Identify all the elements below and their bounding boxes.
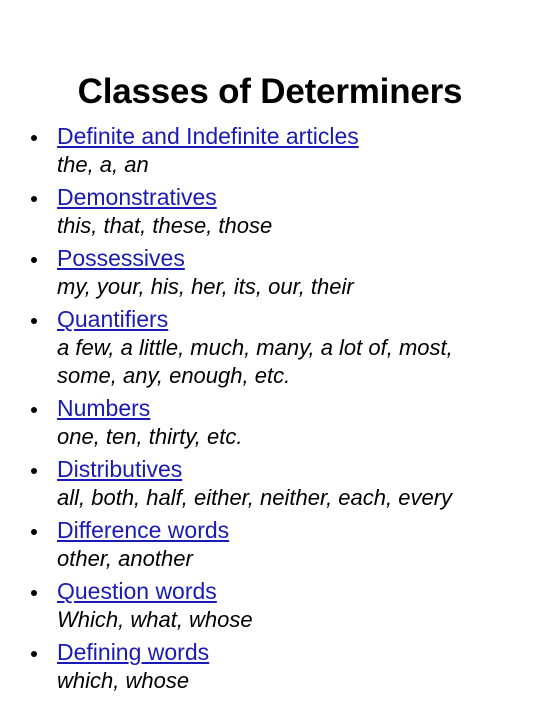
list-item: Numbers one, ten, thirty, etc. [22,394,522,451]
list-item: Question words Which, what, whose [22,577,522,634]
bullet-heading-link[interactable]: Demonstratives [57,183,217,212]
list-item: Difference words other, another [22,516,522,573]
list-item: Distributives all, both, half, either, n… [22,455,522,512]
bullet-heading-link[interactable]: Defining words [57,638,209,667]
bullet-examples: my, your, his, her, its, our, their [57,274,354,299]
bullet-heading-link[interactable]: Distributives [57,455,182,484]
slide: Classes of Determiners Definite and Inde… [0,0,540,720]
bullet-examples: Which, what, whose [57,607,253,632]
bullet-dot-icon [31,529,37,535]
bullet-heading-link[interactable]: Difference words [57,516,229,545]
bullet-examples: one, ten, thirty, etc. [57,424,243,449]
page-title: Classes of Determiners [77,72,463,112]
bullet-dot-icon [31,135,37,141]
list-item: Demonstratives this, that, these, those [22,183,522,240]
bullet-examples: which, whose [57,668,190,693]
bullet-examples: the, a, an [57,152,149,177]
bullet-dot-icon [31,196,37,202]
list-item: Quantifiers a few, a little, much, many,… [22,305,522,390]
bullet-dot-icon [31,318,37,324]
determiner-class-list: Definite and Indefinite articles the, a,… [22,122,522,695]
bullet-heading-link[interactable]: Numbers [57,394,150,423]
bullet-dot-icon [31,257,37,263]
bullet-dot-icon [31,651,37,657]
bullet-heading-link[interactable]: Possessives [57,244,185,273]
list-item: Definite and Indefinite articles the, a,… [22,122,522,179]
bullet-examples: other, another [57,546,193,571]
bullet-heading-link[interactable]: Quantifiers [57,305,168,334]
bullet-examples: a few, a little, much, many, a lot of, m… [57,335,453,388]
bullet-examples: this, that, these, those [57,213,273,238]
list-item: Defining words which, whose [22,638,522,695]
bullet-dot-icon [31,407,37,413]
bullet-heading-link[interactable]: Definite and Indefinite articles [57,122,359,151]
bullet-dot-icon [31,590,37,596]
bullet-dot-icon [31,468,37,474]
bullet-heading-link[interactable]: Question words [57,577,217,606]
list-item: Possessives my, your, his, her, its, our… [22,244,522,301]
bullet-examples: all, both, half, either, neither, each, … [57,485,453,510]
